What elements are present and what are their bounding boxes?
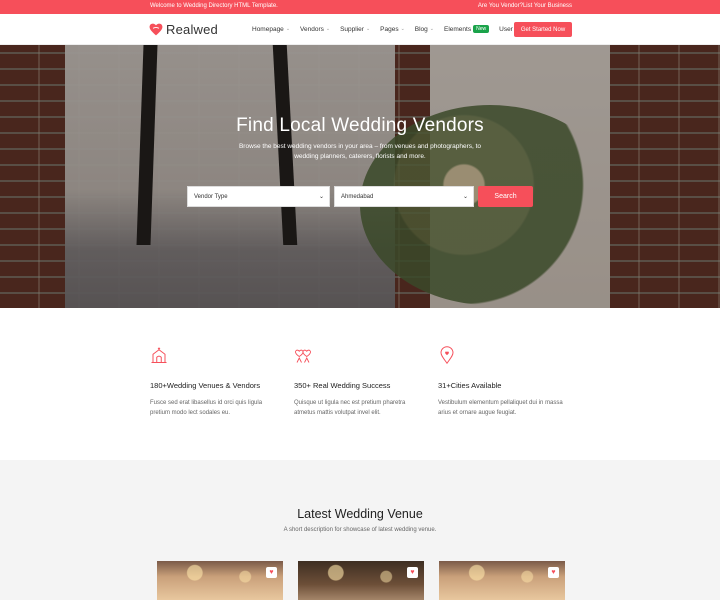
feature-success: 350+ Real Wedding Success Quisque ut lig… [294, 346, 424, 418]
welcome-text: Welcome to Wedding Directory HTML Templa… [150, 3, 278, 9]
main-nav: Homepage ⌄ Vendors ⌄ Supplier ⌄ Pages ⌄ … [252, 25, 547, 33]
nav-item-pages[interactable]: Pages ⌄ [380, 25, 405, 33]
nav-item-vendors[interactable]: Vendors ⌄ [300, 25, 330, 33]
city-value: Ahmedabad [341, 193, 374, 200]
hero-overlay [0, 45, 720, 308]
nav-label: Blog [414, 25, 428, 33]
venue-card[interactable]: ♥ [439, 561, 565, 600]
chevron-down-icon: ⌄ [400, 26, 405, 32]
get-started-button[interactable]: Get Started Now [514, 22, 572, 37]
feature-text: Fusce sed erat libasellus id orci quis l… [150, 400, 263, 416]
nav-item-blog[interactable]: Blog ⌄ [415, 25, 434, 33]
nav-label: Supplier [340, 25, 364, 33]
hero-banner: Find Local Wedding Vendors Browse the be… [0, 45, 720, 308]
logo[interactable]: Realwed [149, 22, 218, 37]
feature-text: Vestibulum elementum pellaliquet dui in … [438, 400, 563, 416]
feature-cities: 31+Cities Available Vestibulum elementum… [438, 346, 568, 418]
site-header: Realwed Homepage ⌄ Vendors ⌄ Supplier ⌄ … [0, 14, 720, 45]
brand-name: Realwed [166, 22, 218, 37]
map-pin-icon [440, 346, 454, 365]
venue-card[interactable]: ♥ [157, 561, 283, 600]
nav-item-homepage[interactable]: Homepage ⌄ [252, 25, 290, 33]
list-business-link[interactable]: Are You Vendor?List Your Business [478, 3, 572, 9]
feature-venues: 180+Wedding Venues & Vendors Fusce sed e… [150, 346, 280, 418]
heart-icon[interactable]: ♥ [548, 567, 559, 578]
venue-image [439, 561, 565, 600]
chevron-down-icon: ⌄ [429, 26, 434, 32]
venue-image [157, 561, 283, 600]
heart-icon[interactable]: ♥ [407, 567, 418, 578]
vendor-search-form: Vendor Type ⌄ Ahmedabad ⌄ Search [187, 186, 537, 207]
hero-subtitle: Browse the best wedding vendors in your … [238, 143, 482, 160]
nav-label: Elements [444, 25, 472, 33]
chevron-down-icon: ⌄ [318, 194, 324, 200]
nav-label: Vendors [300, 25, 324, 33]
chevron-down-icon: ⌄ [462, 194, 468, 200]
feature-title: 180+Wedding Venues & Vendors [150, 381, 261, 390]
features-section: 180+Wedding Venues & Vendors Fusce sed e… [0, 308, 720, 460]
city-select[interactable]: Ahmedabad ⌄ [334, 186, 474, 207]
nav-item-elements[interactable]: Elements New [444, 25, 490, 33]
vendor-type-select[interactable]: Vendor Type ⌄ [187, 186, 330, 207]
venue-icon [151, 347, 167, 363]
search-button[interactable]: Search [478, 186, 533, 207]
venue-image [298, 561, 424, 600]
nav-label: Pages [380, 25, 399, 33]
top-announcement-bar: Welcome to Wedding Directory HTML Templa… [0, 0, 720, 14]
chevron-down-icon: ⌄ [285, 26, 291, 32]
latest-venue-section: Latest Wedding Venue A short description… [0, 460, 720, 600]
feature-text: Quisque ut ligula nec est pretium pharet… [294, 400, 406, 416]
nav-label: Homepage [252, 25, 284, 33]
venue-card[interactable]: ♥ [298, 561, 424, 600]
chevron-down-icon: ⌄ [365, 26, 371, 32]
feature-title: 31+Cities Available [438, 381, 502, 390]
couple-hearts-icon [295, 349, 311, 363]
section-title: Latest Wedding Venue [297, 507, 423, 521]
feature-title: 350+ Real Wedding Success [294, 381, 391, 390]
nav-item-supplier[interactable]: Supplier ⌄ [340, 25, 370, 33]
heart-logo-icon [149, 23, 163, 36]
hero-title: Find Local Wedding Vendors [236, 115, 484, 136]
new-badge: New [473, 25, 490, 33]
heart-icon[interactable]: ♥ [266, 567, 277, 578]
section-subtitle: A short description for showcase of late… [283, 527, 437, 533]
vendor-type-value: Vendor Type [194, 193, 228, 200]
chevron-down-icon: ⌄ [325, 26, 331, 32]
